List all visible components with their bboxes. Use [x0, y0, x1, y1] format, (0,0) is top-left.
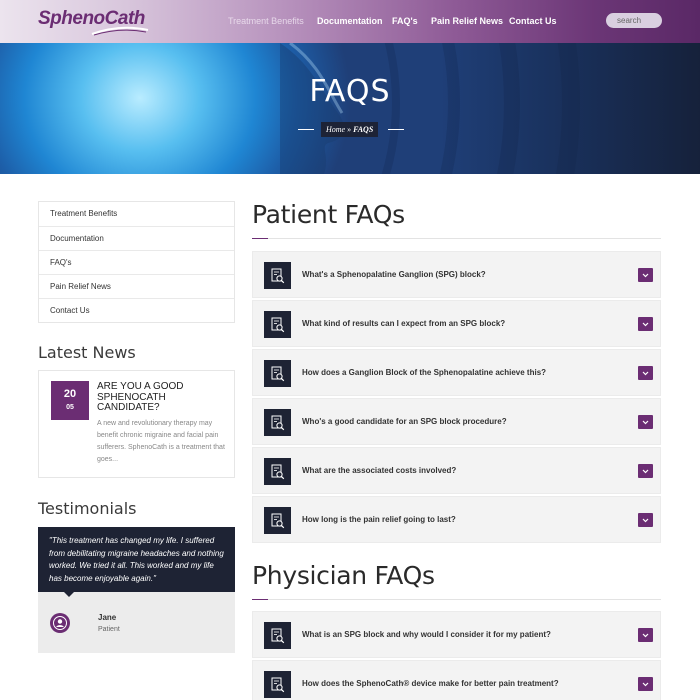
- faq-item[interactable]: Who's a good candidate for an SPG block …: [252, 398, 661, 445]
- patient-faqs-heading: Patient FAQs: [252, 200, 405, 229]
- chevron-down-icon[interactable]: [638, 366, 653, 380]
- breadcrumb: Home» FAQS: [321, 122, 379, 137]
- sidebar-item-treatment-benefits[interactable]: Treatment Benefits: [39, 202, 234, 226]
- chevron-down-icon[interactable]: [638, 677, 653, 691]
- section-divider: [252, 599, 661, 600]
- news-title-link[interactable]: Are you a good SphenoCath candidate?: [97, 381, 227, 414]
- faq-question: How does a Ganglion Block of the Sphenop…: [302, 368, 547, 377]
- user-icon: [50, 613, 70, 633]
- breadcrumb-separator: »: [347, 125, 352, 134]
- breadcrumb-home[interactable]: Home: [326, 125, 345, 134]
- faq-question: How does the SphenoCath® device make for…: [302, 679, 559, 688]
- news-date-month: 05: [66, 404, 74, 411]
- nav-documentation[interactable]: Documentation: [317, 16, 383, 26]
- faq-item[interactable]: How long is the pain relief going to las…: [252, 496, 661, 543]
- faq-item[interactable]: What's a Sphenopalatine Ganglion (SPG) b…: [252, 251, 661, 298]
- testimonial-author: Jane Patient: [38, 592, 235, 653]
- sphenocath-logo[interactable]: SphenoCath: [38, 8, 150, 36]
- logo-swoosh-icon: [91, 26, 149, 36]
- chevron-down-icon[interactable]: [638, 628, 653, 642]
- sidebar-item-contact-us[interactable]: Contact Us: [39, 298, 234, 322]
- faq-item[interactable]: How does the SphenoCath® device make for…: [252, 660, 661, 700]
- document-search-icon: [264, 458, 291, 485]
- testimonial-name: Jane: [98, 613, 117, 622]
- news-card: 20 05 Are you a good SphenoCath candidat…: [38, 370, 235, 478]
- title-divider: [298, 129, 314, 130]
- sidebar-item-documentation[interactable]: Documentation: [39, 226, 234, 250]
- document-search-icon: [264, 409, 291, 436]
- chevron-down-icon[interactable]: [638, 268, 653, 282]
- faq-question: What's a Sphenopalatine Ganglion (SPG) b…: [302, 270, 486, 279]
- document-search-icon: [264, 262, 291, 289]
- document-search-icon: [264, 311, 291, 338]
- title-divider: [388, 129, 404, 130]
- hero-banner: FAQS Home» FAQS: [0, 43, 700, 174]
- chevron-down-icon[interactable]: [638, 317, 653, 331]
- faq-item[interactable]: How does a Ganglion Block of the Sphenop…: [252, 349, 661, 396]
- document-search-icon: [264, 671, 291, 698]
- chevron-down-icon[interactable]: [638, 415, 653, 429]
- breadcrumb-current: FAQS: [353, 125, 374, 134]
- faq-question: Who's a good candidate for an SPG block …: [302, 417, 507, 426]
- document-search-icon: [264, 360, 291, 387]
- sidebar-item-faqs[interactable]: FAQ's: [39, 250, 234, 274]
- sidebar-menu: Treatment Benefits Documentation FAQ's P…: [38, 201, 235, 323]
- testimonial-quote: "This treatment has changed my life. I s…: [38, 527, 235, 592]
- testimonial-role: Patient: [98, 626, 120, 633]
- faq-question: What are the associated costs involved?: [302, 466, 457, 475]
- testimonial-pointer: [64, 592, 74, 597]
- page-title: FAQS: [309, 74, 391, 109]
- section-divider: [252, 238, 661, 239]
- site-header: SphenoCath Treatment Benefits Documentat…: [0, 0, 700, 43]
- search-input[interactable]: [606, 13, 662, 28]
- faq-question: What is an SPG block and why would I con…: [302, 630, 551, 639]
- physician-faqs-heading: Physician FAQs: [252, 561, 435, 590]
- testimonials-heading: Testimonials: [38, 499, 137, 518]
- news-excerpt: A new and revolutionary therapy may bene…: [97, 420, 225, 463]
- faq-item[interactable]: What kind of results can I expect from a…: [252, 300, 661, 347]
- nav-pain-relief-news[interactable]: Pain Relief News: [431, 16, 503, 26]
- document-search-icon: [264, 507, 291, 534]
- news-date-day: 20: [63, 388, 77, 400]
- latest-news-heading: Latest News: [38, 343, 136, 362]
- nav-faqs[interactable]: FAQ's: [392, 16, 418, 26]
- sidebar-item-pain-relief-news[interactable]: Pain Relief News: [39, 274, 234, 298]
- nav-contact-us[interactable]: Contact Us: [509, 16, 557, 26]
- faq-question: What kind of results can I expect from a…: [302, 319, 506, 328]
- nav-treatment-benefits[interactable]: Treatment Benefits: [228, 16, 304, 26]
- faq-question: How long is the pain relief going to las…: [302, 515, 456, 524]
- chevron-down-icon[interactable]: [638, 464, 653, 478]
- news-date-badge: 20 05: [51, 381, 89, 420]
- faq-item[interactable]: What is an SPG block and why would I con…: [252, 611, 661, 658]
- chevron-down-icon[interactable]: [638, 513, 653, 527]
- faq-item[interactable]: What are the associated costs involved?: [252, 447, 661, 494]
- document-search-icon: [264, 622, 291, 649]
